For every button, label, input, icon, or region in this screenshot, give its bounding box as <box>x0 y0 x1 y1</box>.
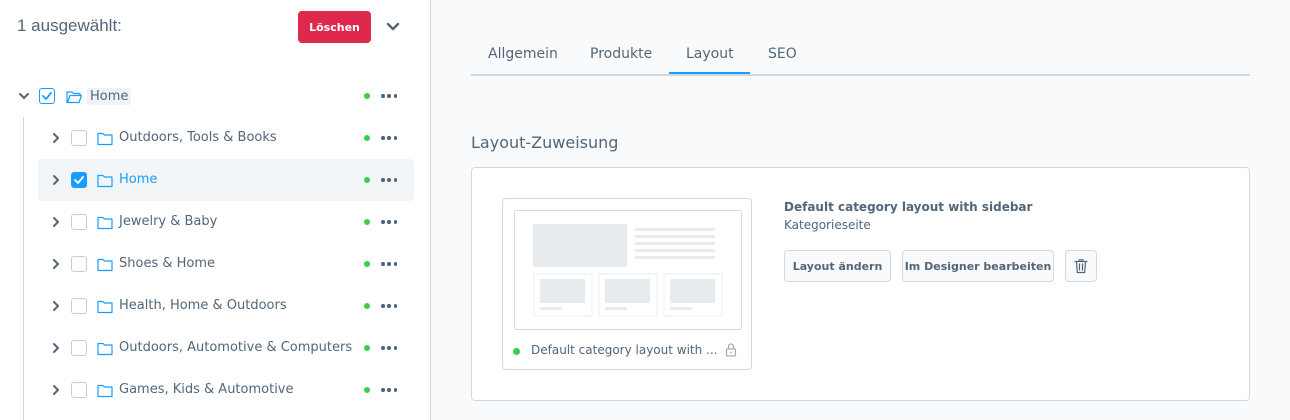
tab-products[interactable]: Produkte <box>590 46 652 62</box>
collapse-toggle-button[interactable] <box>383 17 403 37</box>
tab-general[interactable]: Allgemein <box>488 46 558 62</box>
tree-item[interactable]: Health, Home & Outdoors <box>38 285 414 327</box>
chevron-right-icon[interactable] <box>50 342 62 354</box>
folder-icon <box>97 173 113 188</box>
active-status-dot <box>364 345 370 351</box>
chevron-right-icon[interactable] <box>50 216 62 228</box>
chevron-down-icon <box>386 22 400 31</box>
tree-item[interactable]: Jewelry & Baby <box>38 201 414 243</box>
folder-icon <box>97 383 113 398</box>
selection-count: 1 ausgewählt: <box>17 16 122 35</box>
category-tree-panel: 1 ausgewählt: Löschen Home Outdoors, Too… <box>0 0 431 420</box>
tree-checkbox[interactable] <box>71 256 87 272</box>
chevron-right-icon[interactable] <box>50 174 62 186</box>
tree-item-label: Outdoors, Tools & Books <box>119 130 277 145</box>
tree-checkbox[interactable] <box>71 298 87 314</box>
tree-checkbox[interactable] <box>71 382 87 398</box>
chevron-right-icon[interactable] <box>50 300 62 312</box>
tree-item[interactable]: Home <box>38 159 414 201</box>
layout-preview-card[interactable]: Default category layout with ... <box>502 198 752 370</box>
more-actions-icon[interactable] <box>381 177 397 183</box>
chevron-right-icon[interactable] <box>50 384 62 396</box>
more-actions-icon[interactable] <box>381 219 397 225</box>
checkmark-icon <box>42 92 52 100</box>
tab-bar: Allgemein Produkte Layout SEO <box>471 34 1250 76</box>
folder-icon <box>97 257 113 272</box>
change-layout-button[interactable]: Layout ändern <box>784 250 891 282</box>
tab-layout[interactable]: Layout <box>686 46 734 62</box>
active-status-dot <box>364 303 370 309</box>
delete-button[interactable]: Löschen <box>298 11 371 43</box>
active-status-dot <box>364 93 370 99</box>
active-status-dot <box>364 387 370 393</box>
category-detail-panel: Allgemein Produkte Layout SEO Layout-Zuw… <box>431 0 1290 420</box>
layout-type: Kategorieseite <box>784 218 871 232</box>
layout-thumbnail <box>514 210 742 330</box>
folder-icon <box>97 299 113 314</box>
tree-item[interactable]: Games, Kids & Automotive <box>38 369 414 411</box>
more-actions-icon[interactable] <box>381 93 397 99</box>
chevron-right-icon[interactable] <box>50 258 62 270</box>
more-actions-icon[interactable] <box>381 135 397 141</box>
active-status-dot <box>364 219 370 225</box>
remove-layout-button[interactable] <box>1065 250 1097 282</box>
tree-item-label: Home <box>119 172 158 187</box>
tree-checkbox[interactable] <box>39 88 55 104</box>
tree-item-label: Games, Kids & Automotive <box>119 382 294 397</box>
tree-item[interactable]: Outdoors, Automotive & Computers <box>38 327 414 369</box>
more-actions-icon[interactable] <box>381 345 397 351</box>
folder-open-icon <box>66 89 83 104</box>
section-title: Layout-Zuweisung <box>471 133 619 152</box>
tree-checkbox[interactable] <box>71 172 87 188</box>
tree-item-root[interactable]: Home <box>0 75 414 117</box>
more-actions-icon[interactable] <box>381 303 397 309</box>
more-actions-icon[interactable] <box>381 261 397 267</box>
active-status-dot <box>364 177 370 183</box>
tree-guide-line <box>23 117 24 420</box>
folder-icon <box>97 341 113 356</box>
active-status-dot <box>513 348 520 355</box>
tree-checkbox[interactable] <box>71 214 87 230</box>
active-status-dot <box>364 135 370 141</box>
checkmark-icon <box>74 176 84 184</box>
layout-assignment-card: Default category layout with ... Default… <box>471 167 1250 401</box>
tree-checkbox[interactable] <box>71 130 87 146</box>
tree-item-label: Home <box>87 88 132 105</box>
tree-item-label: Jewelry & Baby <box>119 214 218 229</box>
folder-icon <box>97 131 113 146</box>
tree-item[interactable]: Shoes & Home <box>38 243 414 285</box>
layout-title: Default category layout with sidebar <box>784 200 1033 214</box>
tree-item-label: Health, Home & Outdoors <box>119 298 287 313</box>
more-actions-icon[interactable] <box>381 387 397 393</box>
active-status-dot <box>364 261 370 267</box>
layout-preview-name: Default category layout with ... <box>531 343 718 357</box>
trash-icon <box>1074 259 1088 274</box>
tree-item[interactable]: Outdoors, Tools & Books <box>38 117 414 159</box>
lock-icon <box>725 342 737 358</box>
layout-preview-footer: Default category layout with ... <box>513 342 741 360</box>
tree-item-label: Outdoors, Automotive & Computers <box>119 340 353 355</box>
chevron-down-icon[interactable] <box>18 90 30 102</box>
tree-item-label: Shoes & Home <box>119 256 216 271</box>
tab-seo[interactable]: SEO <box>768 46 797 62</box>
chevron-right-icon[interactable] <box>50 132 62 144</box>
edit-in-designer-button[interactable]: Im Designer bearbeiten <box>902 250 1054 282</box>
folder-icon <box>97 215 113 230</box>
tree-checkbox[interactable] <box>71 340 87 356</box>
active-tab-indicator <box>669 72 750 74</box>
